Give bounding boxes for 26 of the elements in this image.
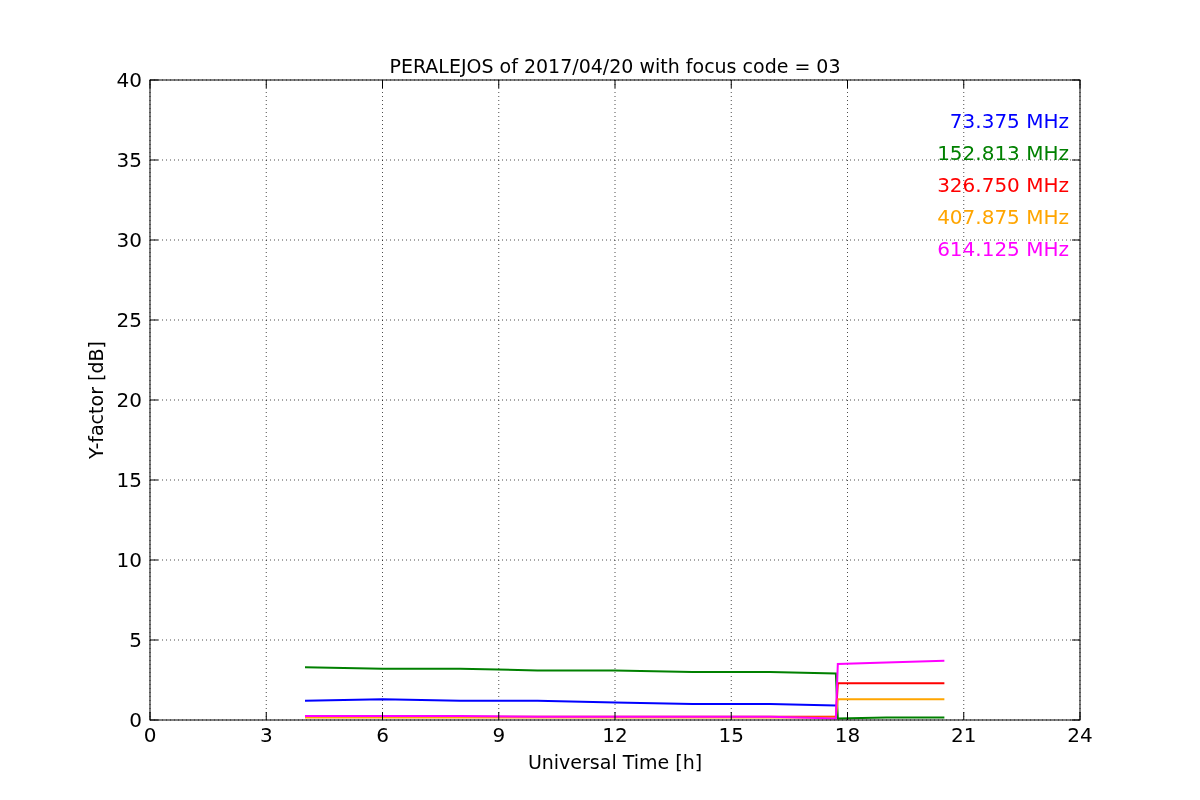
tick-label: 5 — [129, 628, 142, 652]
legend-label: 326.750 MHz — [937, 173, 1069, 197]
legend-label: 614.125 MHz — [937, 237, 1069, 261]
legend-label: 407.875 MHz — [937, 205, 1069, 229]
tick-label: 21 — [951, 723, 977, 747]
legend-label: 73.375 MHz — [949, 109, 1069, 133]
tick-label: 3 — [259, 723, 273, 747]
legend-label: 152.813 MHz — [937, 141, 1069, 165]
tick-label: 40 — [116, 68, 142, 92]
tick-label: 20 — [116, 388, 142, 412]
tick-label: 10 — [116, 548, 142, 572]
tick-label: 18 — [834, 723, 861, 747]
tick-label: 12 — [602, 723, 628, 747]
x-axis-label: Universal Time [h] — [527, 751, 703, 773]
tick-label: 6 — [376, 723, 389, 747]
tick-label: 30 — [116, 228, 142, 252]
tick-label: 25 — [116, 308, 142, 332]
tick-label: 35 — [116, 148, 142, 172]
chart-title: PERALEJOS of 2017/04/20 with focus code = 03 — [389, 55, 841, 77]
tick-label: 15 — [116, 468, 142, 492]
tick-label: 15 — [718, 723, 744, 747]
tick-label: 9 — [492, 723, 506, 747]
tick-label: 0 — [129, 708, 142, 732]
tick-label: 24 — [1067, 723, 1093, 747]
y-axis-label: Y-factor [dB] — [85, 341, 107, 459]
tick-label: 0 — [143, 723, 157, 747]
